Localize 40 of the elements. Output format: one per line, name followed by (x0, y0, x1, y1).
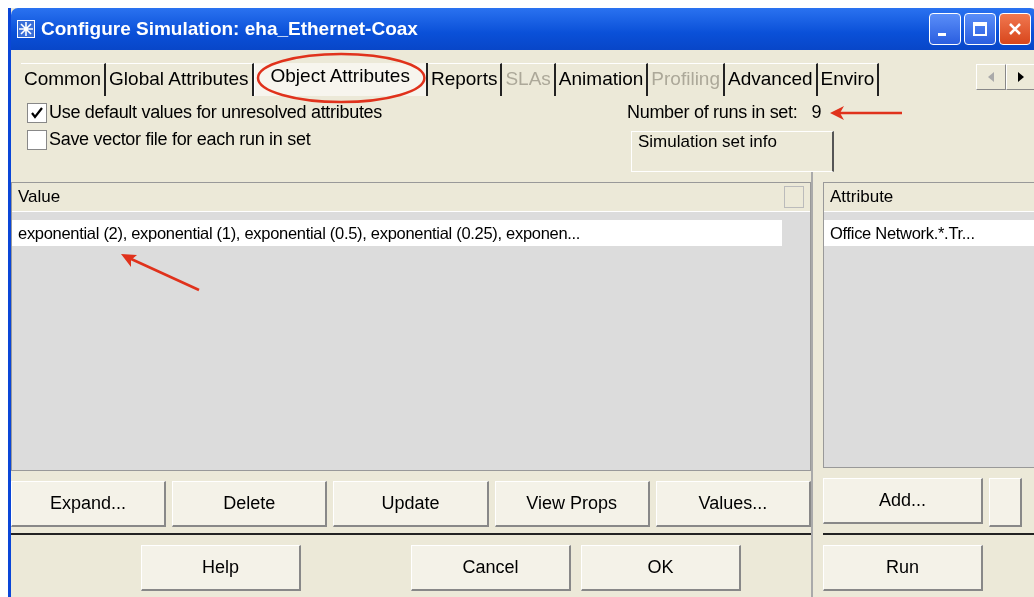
run-button[interactable]: Run (823, 545, 983, 591)
button[interactable]: Update (333, 481, 489, 527)
window-title: Configure Simulation: eha_Ethernet-Coax (41, 18, 419, 40)
button[interactable]: Expand... (11, 481, 167, 527)
maximize-icon (972, 21, 988, 37)
button[interactable]: OK (581, 545, 741, 591)
close-button[interactable] (999, 13, 1031, 45)
runs-label: Number of runs in set: (627, 102, 798, 123)
checkbox-label: Use default values for unresolved attributes (49, 102, 382, 123)
button[interactable]: Add... (823, 478, 983, 524)
button[interactable]: View Props (494, 481, 650, 527)
maximize-button[interactable] (964, 13, 996, 45)
runs-value: 9 (811, 102, 822, 123)
tab[interactable]: Reports (427, 63, 503, 96)
tab[interactable]: Global Attributes (106, 63, 254, 96)
button[interactable]: Values... (655, 481, 811, 527)
left-triangle-icon (987, 72, 995, 82)
checkbox-label: Save vector file for each run in set (49, 129, 311, 150)
table-row[interactable]: Office Network.*.Tr... (824, 220, 1034, 246)
table-cell: exponential (2), exponential (1), exponential (0.5), exponential (0.25), exponen... (18, 223, 581, 243)
button[interactable]: Cancel (411, 545, 571, 591)
tab[interactable]: Object Attributes (253, 63, 428, 96)
button[interactable] (989, 478, 1022, 527)
checkbox[interactable] (27, 102, 47, 123)
minimize-button[interactable] (929, 13, 961, 45)
tab[interactable]: Common (21, 63, 107, 96)
button[interactable]: Delete (172, 481, 328, 527)
tab[interactable]: Animation (555, 63, 649, 96)
group-label: Simulation set info (638, 132, 777, 151)
tab[interactable]: Advanced (725, 63, 818, 96)
button[interactable]: Help (141, 545, 301, 591)
close-icon (1007, 21, 1023, 37)
app-icon (17, 20, 35, 38)
checkbox[interactable] (27, 129, 47, 150)
minimize-icon (938, 32, 946, 36)
scroll-right-button[interactable] (1006, 64, 1034, 90)
table-cell: Office Network.*.Tr... (830, 223, 975, 243)
right-triangle-icon (1017, 72, 1025, 82)
table-row[interactable]: exponential (2), exponential (1), exponential (0.5), exponential (0.25), exponen... (12, 220, 782, 246)
tab[interactable]: Enviro (817, 63, 880, 96)
